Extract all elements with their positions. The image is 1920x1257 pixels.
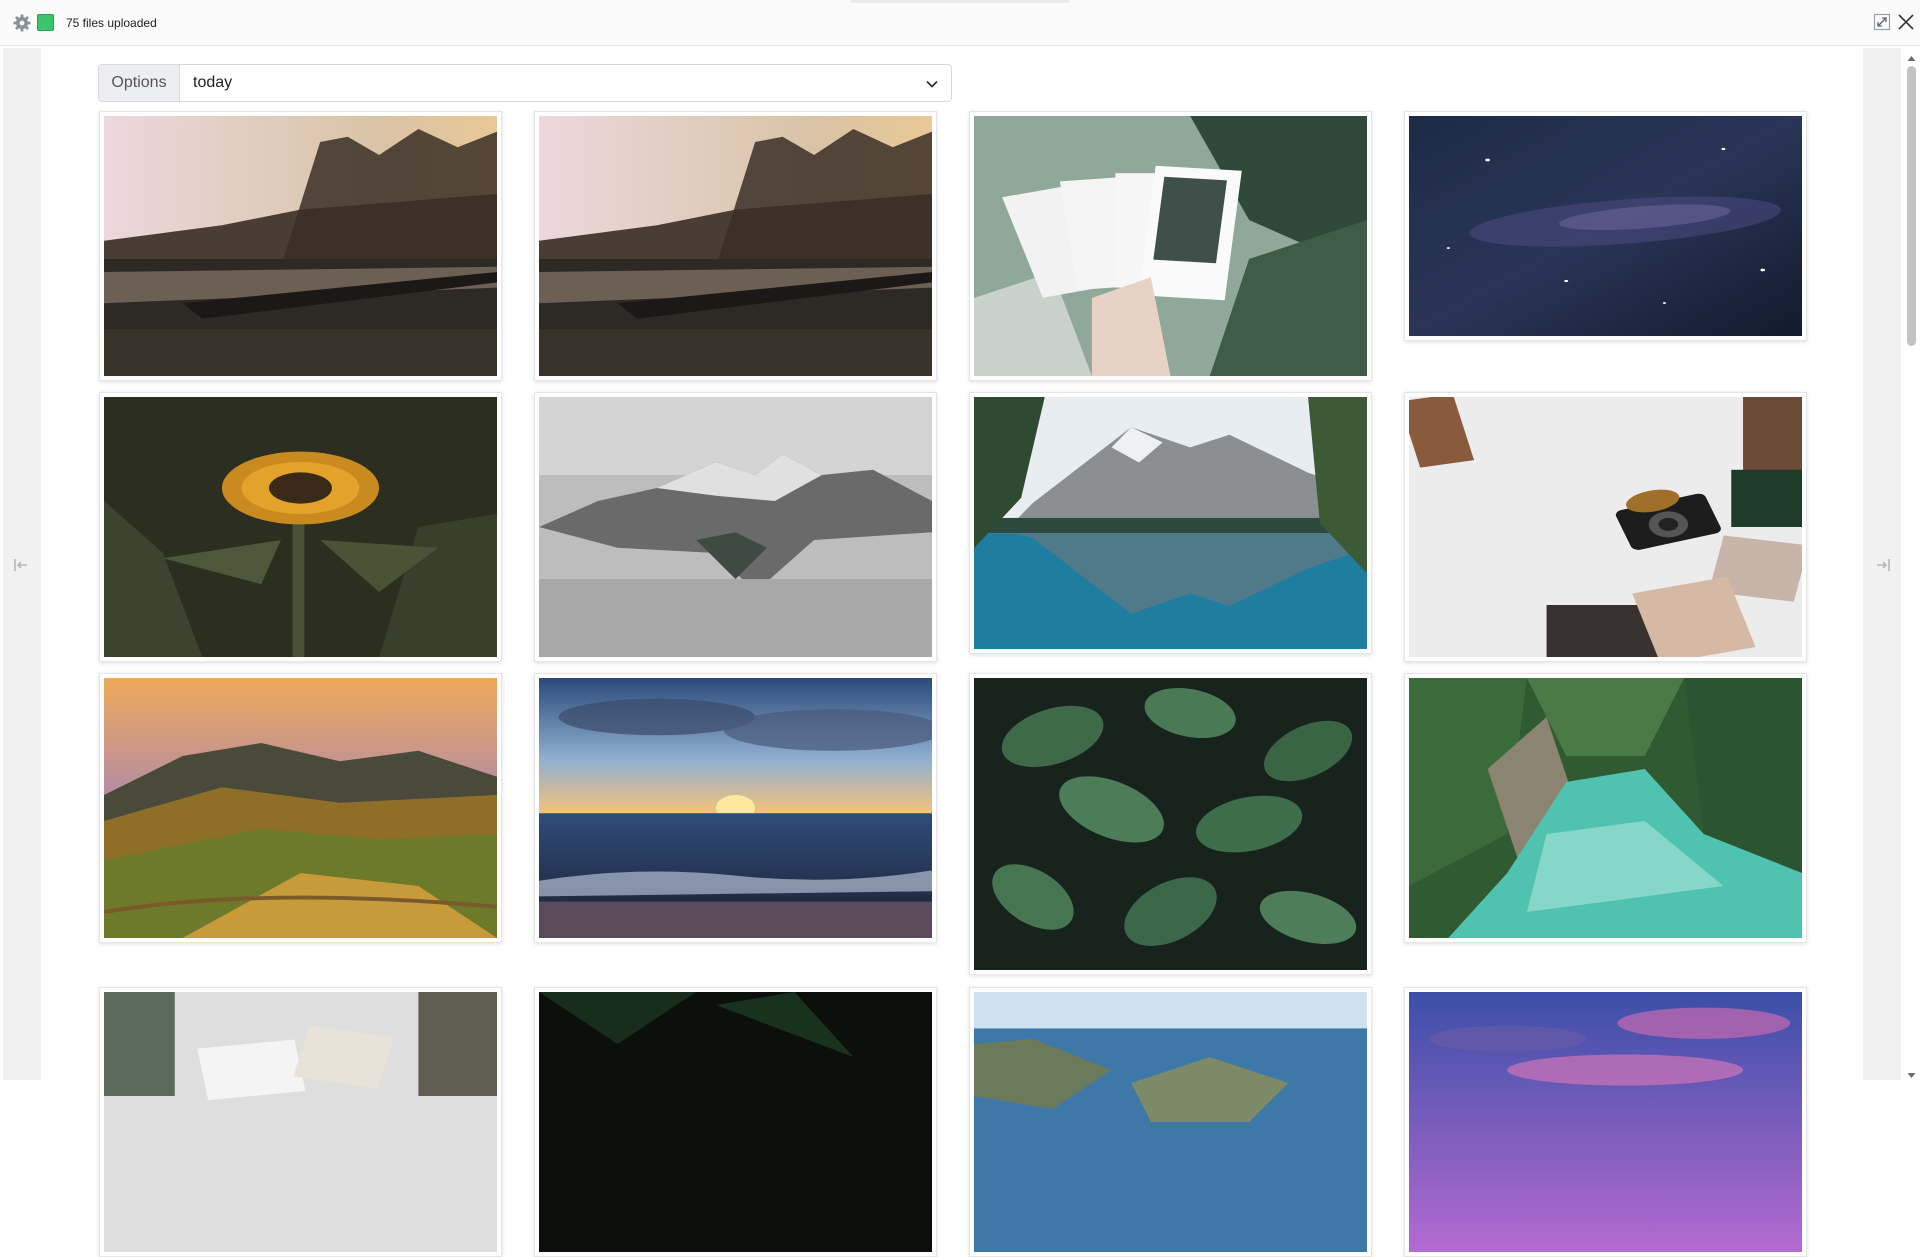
collapse-left-icon[interactable] [12,556,30,574]
window-drag-handle[interactable] [850,0,1070,3]
photo-card[interactable] [969,673,1372,975]
photo-card[interactable] [99,987,502,1257]
photo-card[interactable] [534,392,937,662]
mountain-lake-reflection-photo [974,397,1367,649]
turquoise-river-forest-photo [1409,678,1802,938]
date-range-select[interactable]: today [180,65,951,101]
photo-card[interactable] [99,673,502,943]
photo-card[interactable] [99,111,502,381]
collapse-right-icon[interactable] [1874,556,1892,574]
date-range-value: today [193,74,233,91]
coastal-cliffs-sea-photo [974,992,1367,1252]
expand-icon[interactable] [1872,12,1892,32]
photo-card[interactable] [969,392,1372,654]
filter-options-label: Options [99,65,180,101]
window-title: 75 files uploaded [66,16,157,30]
chevron-down-icon [925,77,939,91]
photo-card[interactable] [534,111,937,381]
photo-card[interactable] [1404,111,1807,341]
purple-sunset-clouds-photo [1409,992,1802,1252]
vineyard-hills-sunset-photo [104,678,497,938]
photo-card[interactable] [534,673,937,943]
ocean-sunset-beach-photo [539,678,932,938]
polaroids-among-leaves-photo [974,116,1367,376]
photo-card[interactable] [1404,673,1807,943]
close-icon[interactable] [1896,12,1916,32]
photo-card[interactable] [534,987,937,1257]
photo-card[interactable] [969,111,1372,381]
photo-card[interactable] [1404,987,1807,1257]
green-leaves-with-raindrops-photo [974,678,1367,970]
date-filter: Options today [98,64,952,102]
gear-icon[interactable] [12,13,32,33]
photo-card[interactable] [1404,392,1807,662]
dark-night-sky-photo [539,992,932,1252]
photos-on-desk-photo [104,992,497,1252]
vertical-scrollbar[interactable] [1903,48,1920,1080]
scrollbar-thumb[interactable] [1907,66,1916,346]
misty-mountain-peaks-photo [539,397,932,657]
railroad-autumn-forest-photo [104,116,497,376]
status-indicator [37,14,54,31]
vintage-camera-and-photos-photo [1409,397,1802,657]
sunflower-photo [104,397,497,657]
photo-gallery [0,0,1920,1257]
railroad-autumn-forest-photo [539,116,932,376]
milky-way-night-sky-photo [1409,116,1802,336]
photo-card[interactable] [969,987,1372,1257]
scroll-down-arrow-icon[interactable] [1907,1067,1916,1078]
photo-card[interactable] [99,392,502,662]
scroll-up-arrow-icon[interactable] [1907,50,1916,61]
title-bar: 75 files uploaded [0,0,1920,46]
